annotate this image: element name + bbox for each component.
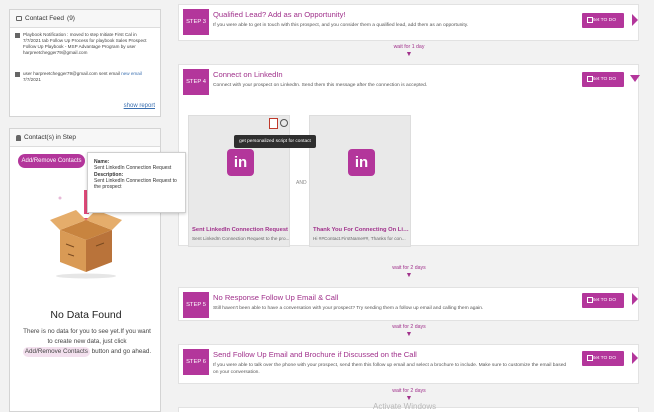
tooltip-description-label: Description:: [94, 171, 124, 178]
script-tooltip: get personalized script for contact: [234, 135, 316, 148]
script-document-icon[interactable]: [269, 118, 278, 129]
feed-item-text: user harpreetchegger79@gmail.com sent em…: [23, 71, 155, 83]
add-remove-contacts-inline-button[interactable]: Add/Remove Contacts: [22, 347, 90, 357]
calendar-icon: [587, 297, 593, 303]
comment-icon: [16, 16, 22, 21]
playbook-steps-column: STEP 3 Qualified Lead? Add as an Opportu…: [170, 0, 654, 412]
no-data-message: There is no data for you to see yet.If y…: [22, 327, 152, 357]
notification-icon: [15, 33, 20, 38]
wait-label: wait for 2 days: [392, 324, 426, 330]
step-badge: STEP 5: [183, 292, 209, 318]
wait-label: wait for 1 day: [393, 44, 425, 50]
expand-arrow-icon[interactable]: [632, 14, 638, 26]
feed-item-text: Playbook Notification : moved to step In…: [23, 32, 147, 55]
down-arrow-icon: ▼: [405, 331, 413, 338]
step-description: Still haven't been able to have a conver…: [213, 306, 484, 311]
set-todo-label: Set TO DO: [591, 298, 616, 303]
and-connector-label: AND: [296, 180, 307, 186]
set-todo-button[interactable]: Set TO DO: [582, 72, 624, 87]
step-description: If you were able to get in touch with th…: [213, 23, 469, 28]
collapse-arrow-icon[interactable]: [630, 75, 640, 82]
expand-arrow-icon[interactable]: [632, 293, 638, 305]
down-arrow-icon: ▼: [405, 51, 413, 58]
card-title: Thank You For Connecting On Lin...: [313, 227, 411, 233]
set-todo-label: Set TO DO: [591, 356, 616, 361]
set-todo-button[interactable]: Set TO DO: [582, 293, 624, 308]
set-todo-button[interactable]: Set TO DO: [582, 13, 624, 28]
user-icon: [16, 134, 21, 141]
email-icon: [15, 72, 20, 77]
feed-item: Playbook Notification : moved to step In…: [10, 28, 160, 56]
feed-item: user harpreetchegger79@gmail.com sent em…: [10, 56, 160, 83]
contacts-in-step-header: Contact(s) in Step: [10, 129, 160, 147]
wait-label: wait for 2 days: [392, 388, 426, 394]
contact-feed-count: (9): [67, 14, 75, 22]
linkedin-icon: in: [348, 149, 375, 176]
left-column: Contact Feed (9) Playbook Notification :…: [0, 0, 186, 412]
tooltip-description-value: Sent LinkedIn Connection Request to the …: [94, 177, 177, 191]
task-card-linkedin-thanks[interactable]: in Thank You For Connecting On Lin... Hi…: [309, 115, 411, 247]
tooltip-name-label: Name:: [94, 159, 110, 165]
step-card[interactable]: STEP 6 Send Follow Up Email and Brochure…: [178, 344, 639, 384]
calendar-icon: [587, 17, 593, 23]
down-arrow-icon: ▼: [405, 272, 413, 279]
set-todo-label: Set TO DO: [591, 77, 616, 82]
step-badge: STEP 6: [183, 349, 209, 375]
step-title: No Response Follow Up Email & Call: [213, 293, 339, 302]
step-title: Qualified Lead? Add as an Opportunity!: [213, 10, 346, 19]
os-activation-watermark: Activate Windows: [373, 402, 437, 411]
step-description: Connect with your prospect on LinkedIn. …: [213, 83, 428, 88]
feed-email-date: 7/7/2021: [23, 77, 41, 82]
card-title: Sent LinkedIn Connection Request: [192, 227, 288, 233]
playbook-app: Contact Feed (9) Playbook Notification :…: [0, 0, 654, 412]
linkedin-icon: in: [227, 149, 254, 176]
wait-label: wait for 2 days: [392, 265, 426, 271]
contact-feed-title: Contact Feed: [25, 14, 65, 22]
card-subtitle: Sent LinkedIn Connection Request to the …: [192, 236, 290, 241]
expand-arrow-icon[interactable]: [632, 352, 638, 364]
set-todo-label: Set TO DO: [591, 18, 616, 23]
step-card[interactable]: STEP 3 Qualified Lead? Add as an Opportu…: [178, 4, 639, 41]
add-remove-contacts-button[interactable]: Add/Remove Contacts: [18, 154, 85, 168]
calendar-icon: [587, 76, 593, 82]
new-email-link[interactable]: new email: [121, 71, 142, 76]
contact-feed-header: Contact Feed (9): [10, 10, 160, 28]
contacts-in-step-title: Contact(s) in Step: [24, 133, 77, 141]
contact-feed-panel: Contact Feed (9) Playbook Notification :…: [9, 9, 161, 117]
calendar-icon: [587, 355, 593, 361]
step-title: Send Follow Up Email and Brochure if Dis…: [213, 350, 417, 359]
card-subtitle: Hi ##Contact.FirstName##, Thanks for con…: [313, 236, 406, 241]
step-badge: STEP 4: [183, 69, 209, 95]
set-todo-button[interactable]: Set TO DO: [582, 351, 624, 366]
search-icon[interactable]: [280, 119, 288, 127]
card-action-icons: [269, 118, 288, 129]
step-description: If you were able to talk over the phone …: [213, 363, 567, 375]
no-data-title: No Data Found: [50, 309, 122, 321]
step-card[interactable]: STEP 5 No Response Follow Up Email & Cal…: [178, 287, 639, 321]
no-data-text-part1: There is no data for you to see yet.If y…: [23, 328, 151, 345]
no-data-text-part2: button and go ahead.: [91, 348, 152, 355]
step-info-tooltip: Name: Sent LinkedIn Connection Request D…: [87, 152, 186, 213]
down-arrow-icon: ▼: [405, 395, 413, 402]
step-title: Connect on LinkedIn: [213, 70, 283, 79]
show-report-link[interactable]: show report: [124, 103, 155, 109]
step-badge: STEP 3: [183, 9, 209, 35]
feed-email-prefix: user harpreetchegger79@gmail.com sent em…: [23, 71, 120, 76]
